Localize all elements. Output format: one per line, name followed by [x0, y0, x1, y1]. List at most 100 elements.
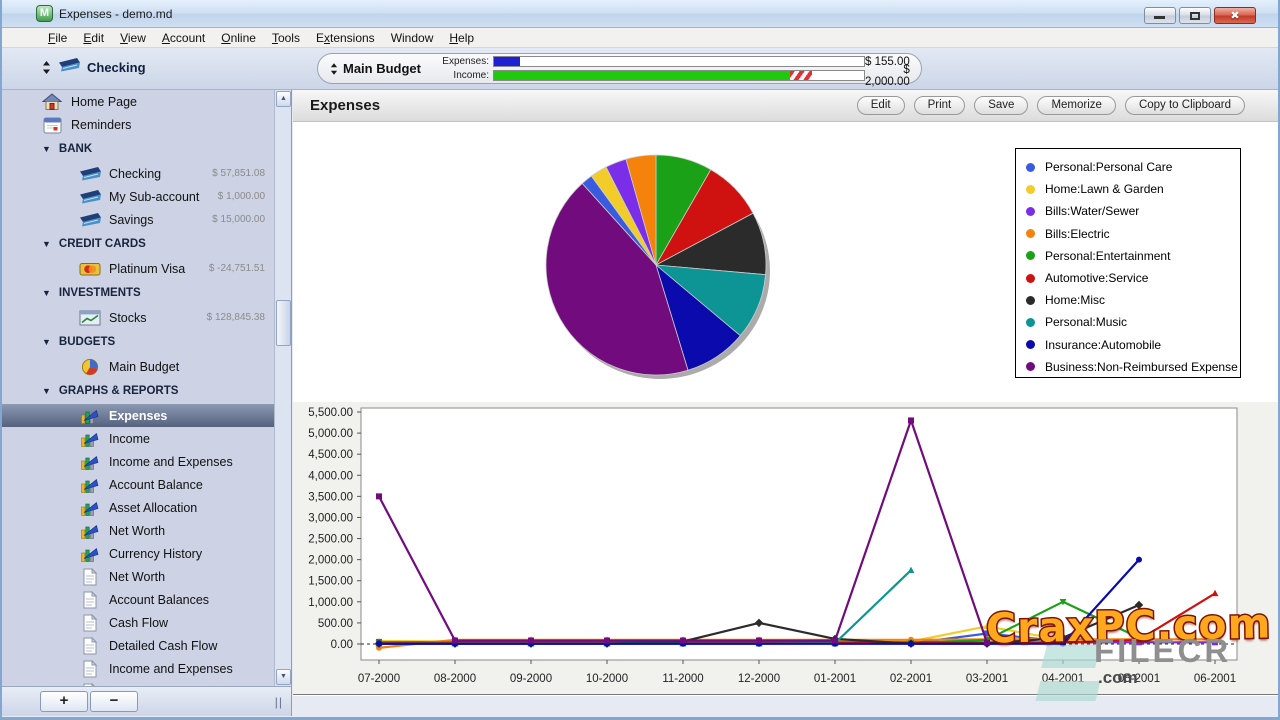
sidebar-item-label: Account Balances: [109, 593, 209, 607]
sidebar-item-account-balance[interactable]: Account Balance: [2, 473, 275, 496]
sidebar-item-income-and-expenses[interactable]: Income and Expenses: [2, 450, 275, 473]
checkbook-icon: [57, 57, 81, 77]
remove-account-button[interactable]: −: [90, 691, 138, 712]
collapse-triangle-icon[interactable]: ▼: [42, 386, 51, 396]
sidebar-item-income[interactable]: Income: [2, 427, 275, 450]
legend-label: Automotive:Service: [1045, 271, 1148, 285]
account-selector[interactable]: Checking: [42, 57, 146, 77]
sidebar-item-cash-flow[interactable]: Cash Flow: [2, 611, 275, 634]
maximize-button[interactable]: [1179, 7, 1211, 24]
sidebar-item-amount: $ 15,000.00: [212, 214, 275, 225]
sidebar-item-home-page[interactable]: Home Page: [2, 90, 275, 113]
save-button[interactable]: Save: [974, 96, 1028, 115]
close-button[interactable]: ✖: [1214, 7, 1256, 24]
menu-item-window[interactable]: Window: [383, 30, 442, 46]
sidebar-item-label: Detailed Cash Flow: [109, 639, 217, 653]
sidebar-item-label: Asset Allocation: [109, 501, 197, 515]
edit-button[interactable]: Edit: [857, 96, 905, 115]
menu-item-edit[interactable]: Edit: [75, 30, 112, 46]
title-bar[interactable]: M Expenses - demo.md ✖: [2, 0, 1278, 28]
menu-item-file[interactable]: File: [40, 30, 75, 46]
legend-row: Personal:Music: [1026, 311, 1240, 333]
sidebar-item-label: Stocks: [109, 311, 147, 325]
sidebar-item-income-and-expenses[interactable]: Income and Expenses: [2, 657, 275, 680]
sidebar-item-savings[interactable]: Savings$ 15,000.00: [2, 208, 275, 231]
sidebar-item-detailed-cash-flow[interactable]: Detailed Cash Flow: [2, 634, 275, 657]
menu-item-view[interactable]: View: [112, 30, 154, 46]
budget-row: Expenses:$ 155.00: [431, 56, 910, 68]
sidebar-item-asset-allocation[interactable]: Asset Allocation: [2, 496, 275, 519]
y-axis-tick-label: 2,000.00: [308, 555, 353, 567]
x-axis-tick-label: 06-2001: [1194, 673, 1236, 685]
sidebar-item-label: Home Page: [71, 95, 137, 109]
legend-label: Personal:Personal Care: [1045, 160, 1172, 174]
sidebar-section-bank[interactable]: ▼ BANK: [2, 136, 275, 162]
budget-row-amount: $ 2,000.00: [865, 64, 910, 88]
minimize-button[interactable]: [1144, 7, 1176, 24]
collapse-triangle-icon[interactable]: ▼: [42, 337, 51, 347]
scroll-down-icon[interactable]: ▼: [276, 669, 291, 685]
sidebar-section-label: BANK: [59, 143, 92, 155]
sidebar-section-budgets[interactable]: ▼BUDGETS: [2, 329, 275, 355]
legend-row: Business:Non-Reimbursed Expense: [1026, 356, 1240, 378]
sidebar-item-account-balances[interactable]: Account Balances: [2, 588, 275, 611]
legend-row: Personal:Entertainment: [1026, 245, 1240, 267]
y-axis-tick-label: 0.00: [331, 639, 353, 651]
sidebar-item-reminders[interactable]: Reminders: [2, 113, 275, 136]
top-bar: Checking Main Budget Expenses:$ 155.00In…: [2, 48, 1278, 90]
sidebar: Home Page Reminders ▼ BANK Checking$ 57,851.…: [2, 90, 292, 686]
x-axis-tick-label: 01-2001: [814, 673, 856, 685]
watermark-filecr-com: .com: [1098, 668, 1138, 688]
collapse-triangle-icon[interactable]: ▼: [42, 239, 51, 249]
checkbook-icon: [78, 166, 102, 181]
scrollbar-thumb[interactable]: [276, 300, 291, 346]
legend-label: Home:Lawn & Garden: [1045, 182, 1164, 196]
menu-item-extensions[interactable]: Extensions: [308, 30, 383, 46]
y-axis-tick-label: 3,000.00: [308, 512, 353, 524]
sidebar-item-platinum-visa[interactable]: Platinum Visa$ -24,751.51: [2, 257, 275, 280]
sidebar-item-amount: $ 1,000.00: [218, 191, 275, 202]
menu-item-tools[interactable]: Tools: [264, 30, 308, 46]
add-account-button[interactable]: +: [40, 691, 88, 712]
doc-icon: [78, 591, 102, 609]
memorize-button[interactable]: Memorize: [1037, 96, 1115, 115]
menu-item-help[interactable]: Help: [441, 30, 482, 46]
doc-icon: [78, 660, 102, 678]
sidebar-item-main-budget[interactable]: Main Budget: [2, 355, 275, 378]
sidebar-section-investments[interactable]: ▼INVESTMENTS: [2, 280, 275, 306]
graph-icon: [78, 477, 102, 493]
sidebar-item-currency-history[interactable]: Currency History: [2, 542, 275, 565]
copy-to-clipboard-button[interactable]: Copy to Clipboard: [1125, 96, 1245, 115]
scroll-up-icon[interactable]: ▲: [276, 91, 291, 107]
print-button[interactable]: Print: [914, 96, 966, 115]
sidebar-section-graphs-reports[interactable]: ▼ GRAPHS & REPORTS: [2, 378, 275, 404]
sidebar-item-net-worth[interactable]: Net Worth: [2, 565, 275, 588]
y-axis-tick-label: 500.00: [318, 618, 353, 630]
sidebar-scrollbar[interactable]: ▲ ▼: [274, 90, 291, 686]
sidebar-item-stocks[interactable]: Stocks$ 128,845.38: [2, 306, 275, 329]
legend-dot-icon: [1026, 318, 1035, 327]
watermark-patch: [1036, 681, 1101, 701]
legend-row: Home:Lawn & Garden: [1026, 178, 1240, 200]
budget-meter[interactable]: Main Budget Expenses:$ 155.00Income:$ 2,…: [317, 53, 922, 84]
sidebar-section-label: GRAPHS & REPORTS: [59, 385, 179, 397]
collapse-triangle-icon[interactable]: ▼: [42, 144, 51, 154]
x-axis-tick-label: 12-2000: [738, 673, 780, 685]
collapse-triangle-icon[interactable]: ▼: [42, 288, 51, 298]
sidebar-item-expenses[interactable]: Expenses: [2, 404, 275, 427]
sidebar-item-my-sub-account[interactable]: My Sub-account$ 1,000.00: [2, 185, 275, 208]
legend-row: Insurance:Automobile: [1026, 334, 1240, 356]
legend-dot-icon: [1026, 229, 1035, 238]
menu-item-online[interactable]: Online: [213, 30, 264, 46]
graph-icon: [78, 408, 102, 424]
sidebar-item-checking[interactable]: Checking$ 57,851.08: [2, 162, 275, 185]
resize-grip[interactable]: ||: [275, 695, 291, 709]
legend-row: Bills:Water/Sewer: [1026, 200, 1240, 222]
legend-dot-icon: [1026, 362, 1035, 371]
menu-item-account[interactable]: Account: [154, 30, 213, 46]
sidebar-item-net-worth[interactable]: Net Worth: [2, 519, 275, 542]
app-icon: M: [36, 5, 53, 22]
y-axis-tick-label: 5,000.00: [308, 428, 353, 440]
sidebar-section-credit-cards[interactable]: ▼CREDIT CARDS: [2, 231, 275, 257]
sidebar-item-label: Income: [109, 432, 150, 446]
